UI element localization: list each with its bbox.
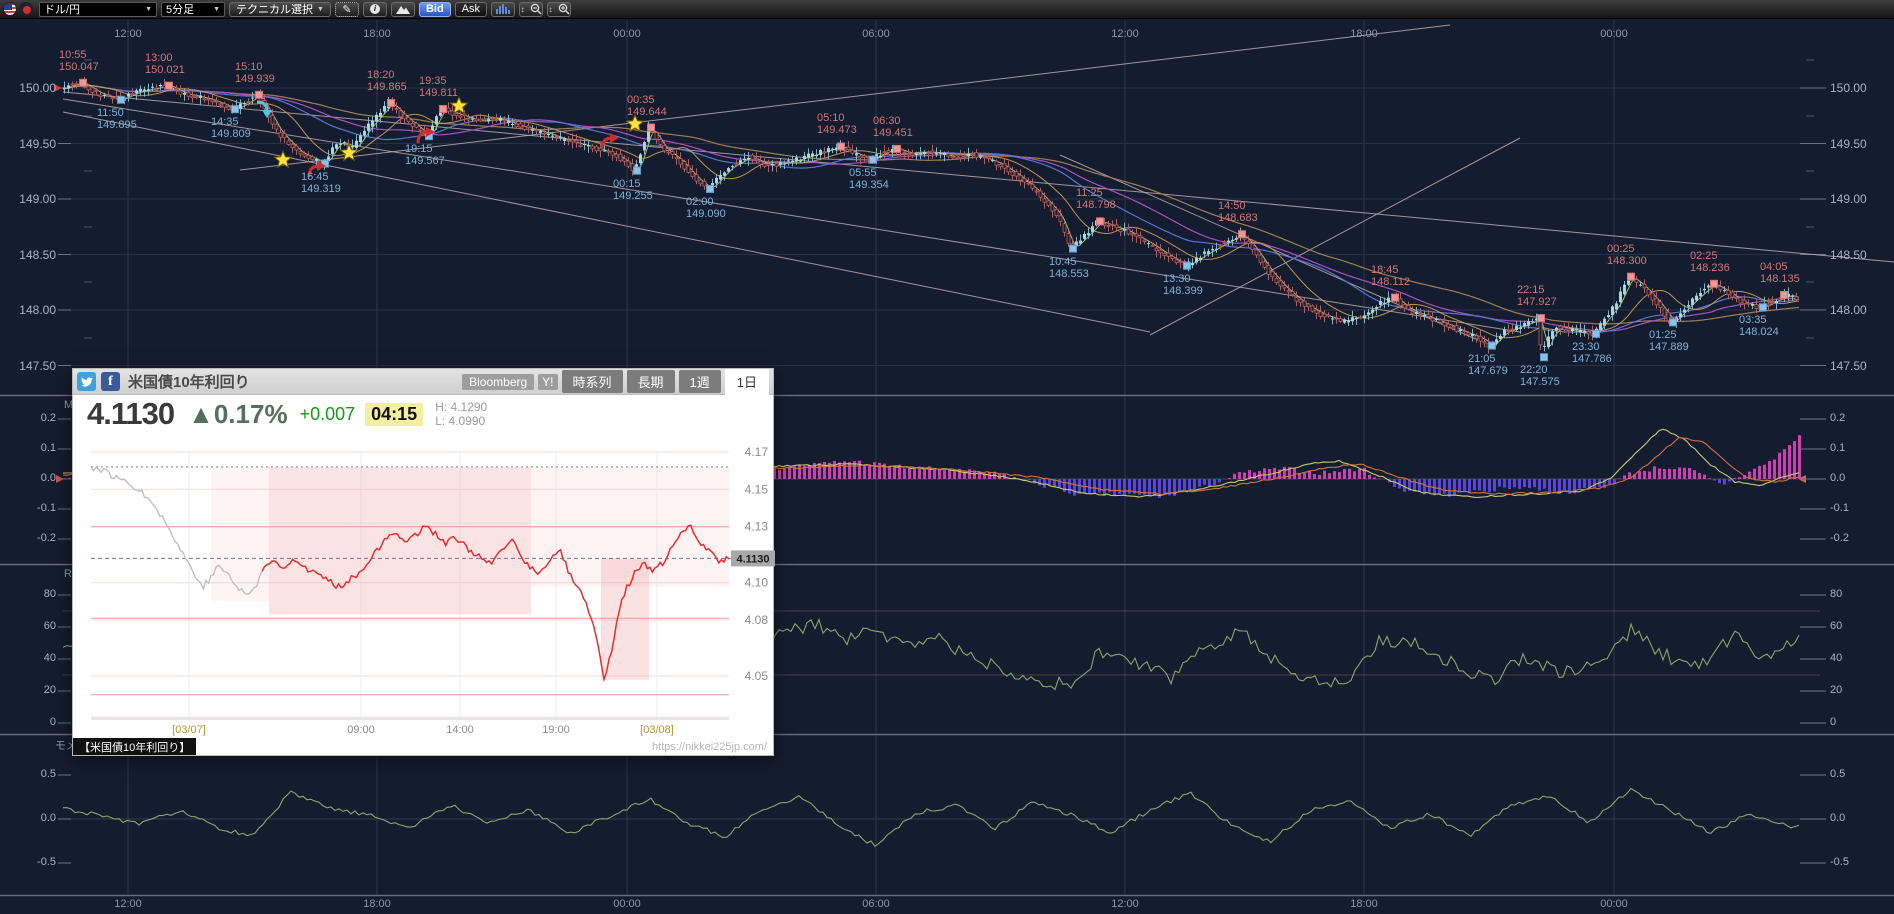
popup-tab[interactable]: 1日 (725, 369, 769, 395)
zoom-out-button[interactable]: ↕ (519, 2, 543, 17)
popup-title: 米国債10年利回り (128, 371, 250, 392)
popup-tab[interactable]: 時系列 (562, 370, 623, 393)
chart-style-button[interactable] (391, 2, 415, 17)
chevron-down-icon: ▼ (317, 6, 324, 13)
currency-flags (3, 2, 33, 16)
chevron-down-icon: ▼ (213, 6, 220, 13)
source-url: https://nikkei225jp.com/ (652, 741, 767, 753)
popup-footer-badge: 【米国債10年利回り】 (73, 738, 196, 755)
resize-arrows-icon: ↕ (521, 5, 525, 14)
draw-tool-button[interactable]: ✎ (335, 2, 359, 17)
twitter-bird-icon (80, 376, 93, 387)
yield-x-tick: 09:00 (347, 724, 375, 736)
bid-toggle-button[interactable]: Bid (419, 2, 451, 17)
bar-chart-icon (495, 3, 511, 15)
mountain-icon (395, 4, 411, 15)
yield-change-percent: ▲0.17% (188, 399, 287, 430)
low-value: L: 4.0990 (435, 414, 487, 428)
technical-indicator-label: テクニカル選択 (236, 1, 313, 17)
timeframe-select[interactable]: 5分足 ▼ (161, 2, 225, 17)
yield-change-absolute: +0.007 (300, 404, 356, 425)
quote-time-badge: 04:15 (365, 403, 423, 426)
popup-tab[interactable]: 長期 (627, 370, 675, 393)
facebook-share-button[interactable]: f (101, 372, 120, 391)
svg-text:4.08: 4.08 (745, 613, 769, 627)
bid-label: Bid (426, 3, 444, 15)
yield-line-chart: 4.17 4.15 4.13 4.10 4.08 4.05 4.1130 (73, 433, 775, 739)
japan-flag-icon (19, 2, 33, 16)
popup-header-buttons: BloombergY! 時系列長期1週1日 (462, 369, 769, 394)
yield-x-tick: [03/07] (172, 724, 206, 736)
high-value: H: 4.1290 (435, 400, 487, 414)
svg-text:4.15: 4.15 (745, 482, 769, 496)
info-button[interactable]: i (363, 2, 387, 17)
chevron-down-icon: ▼ (145, 6, 152, 13)
info-icon: i (370, 4, 380, 14)
popup-link-y[interactable]: Y! (538, 374, 557, 390)
svg-text:4.05: 4.05 (745, 669, 769, 683)
svg-text:4.1130: 4.1130 (736, 553, 769, 565)
volume-bars-button[interactable] (491, 2, 515, 17)
twitter-share-button[interactable] (77, 372, 96, 391)
resize-arrows-icon: ↕ (549, 5, 553, 14)
popup-header: f 米国債10年利回り BloombergY! 時系列長期1週1日 (73, 369, 773, 395)
yield-x-tick: 14:00 (446, 724, 474, 736)
popup-tab[interactable]: 1週 (679, 370, 721, 393)
zoom-in-button[interactable]: ↕ (547, 2, 571, 17)
ask-toggle-button[interactable]: Ask (455, 2, 487, 17)
svg-text:4.13: 4.13 (745, 520, 769, 534)
svg-text:4.10: 4.10 (745, 576, 769, 590)
popup-quote-row: 4.1130 ▲0.17% +0.007 04:15 H: 4.1290 L: … (73, 395, 773, 433)
popup-link-bloomberg[interactable]: Bloomberg (462, 374, 534, 390)
trading-app-window: ドル/円 ▼ 5分足 ▼ テクニカル選択 ▼ ✎ i Bid Ask (0, 0, 1894, 914)
treasury-yield-popup: f 米国債10年利回り BloombergY! 時系列長期1週1日 4.1130 … (72, 368, 774, 756)
pencil-icon: ✎ (342, 3, 351, 16)
currency-pair-label: ドル/円 (44, 1, 80, 17)
technical-indicator-button[interactable]: テクニカル選択 ▼ (229, 2, 331, 17)
yield-value: 4.1130 (87, 396, 174, 432)
toolbar: ドル/円 ▼ 5分足 ▼ テクニカル選択 ▼ ✎ i Bid Ask (0, 0, 1894, 19)
high-low-values: H: 4.1290 L: 4.0990 (435, 400, 487, 428)
us-flag-icon (3, 2, 17, 16)
yield-x-tick: 19:00 (542, 724, 570, 736)
zoom-out-icon (530, 3, 542, 15)
zoom-in-icon (558, 3, 570, 15)
timeframe-label: 5分足 (166, 1, 194, 17)
currency-pair-select[interactable]: ドル/円 ▼ (39, 2, 157, 17)
yield-x-tick: [03/08] (640, 724, 674, 736)
ask-label: Ask (462, 3, 480, 15)
svg-text:4.17: 4.17 (745, 445, 769, 459)
